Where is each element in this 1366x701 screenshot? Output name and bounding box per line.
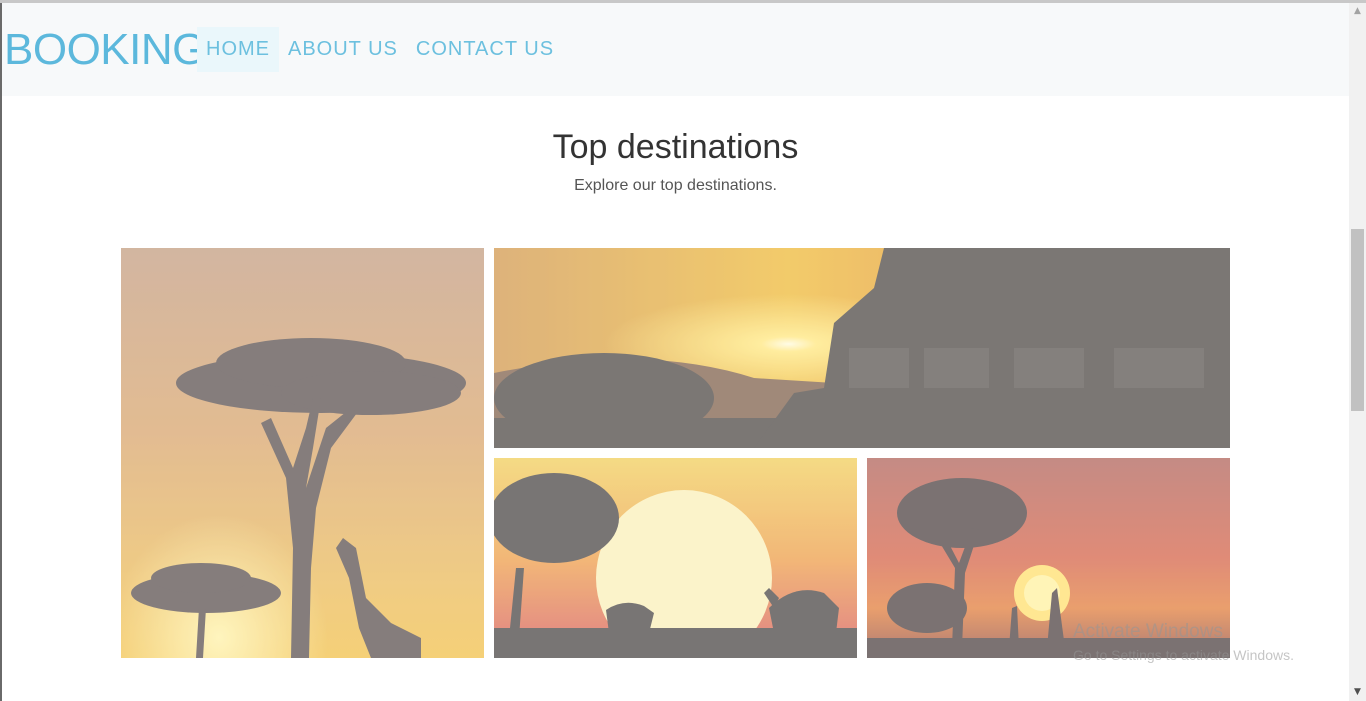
page: BOOKING HOME ABOUT US CONTACT US Top des… bbox=[2, 3, 1349, 701]
windows-activation-hint: Go to Settings to activate Windows. bbox=[1073, 647, 1294, 663]
scroll-down-icon[interactable]: ▼ bbox=[1349, 684, 1366, 701]
nav-item-home[interactable]: HOME bbox=[197, 27, 279, 72]
windows-activation-title: Activate Windows bbox=[1073, 621, 1223, 642]
page-scrollbar[interactable]: ▲ ▼ bbox=[1349, 3, 1366, 701]
nav-menu: HOME ABOUT US CONTACT US bbox=[197, 27, 563, 72]
nav-item-contact-us[interactable]: CONTACT US bbox=[407, 27, 563, 72]
destination-image-rhino-elephant[interactable] bbox=[494, 458, 857, 658]
section-subtitle: Explore our top destinations. bbox=[574, 177, 777, 194]
scroll-up-icon[interactable]: ▲ bbox=[1349, 3, 1366, 20]
scrollbar-thumb[interactable] bbox=[1351, 229, 1364, 411]
navbar: BOOKING HOME ABOUT US CONTACT US bbox=[2, 3, 1349, 96]
destination-image-giraffe-acacia[interactable] bbox=[121, 248, 484, 658]
destination-image-safari-jeep[interactable] bbox=[494, 248, 1230, 448]
brand-logo[interactable]: BOOKING bbox=[4, 24, 206, 76]
nav-item-about-us[interactable]: ABOUT US bbox=[279, 27, 407, 72]
section-title: Top destinations bbox=[552, 128, 799, 166]
